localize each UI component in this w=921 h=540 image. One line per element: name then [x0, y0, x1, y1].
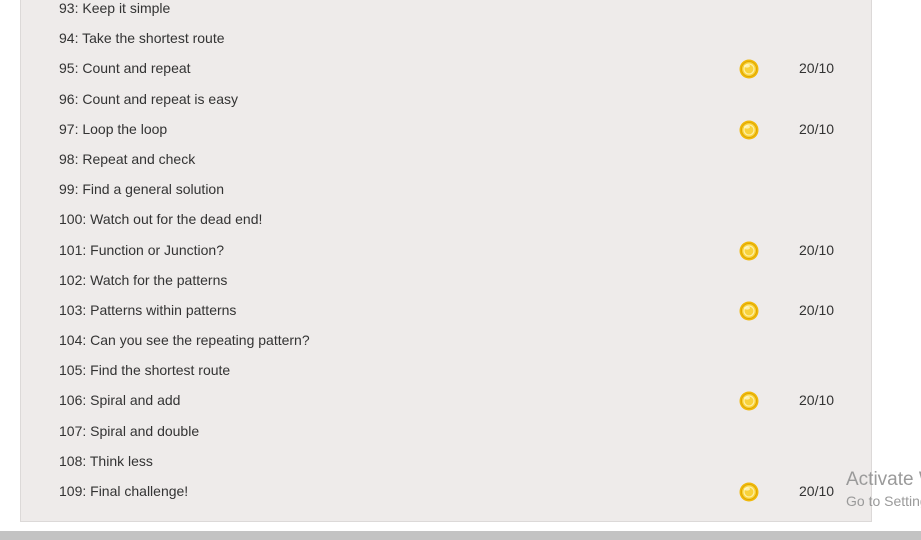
level-title[interactable]: 106: Spiral and add	[59, 392, 180, 408]
level-title[interactable]: 104: Can you see the repeating pattern?	[59, 332, 310, 348]
level-row[interactable]: 93: Keep it simple	[21, 0, 871, 24]
level-title[interactable]: 109: Final challenge!	[59, 483, 188, 499]
level-list: 93: Keep it simple 94: Take the shortest …	[21, 0, 871, 507]
level-title[interactable]: 94: Take the shortest route	[59, 30, 225, 46]
level-title[interactable]: 95: Count and repeat	[59, 60, 191, 76]
level-row[interactable]: 96: Count and repeat is easy	[21, 85, 871, 115]
level-list-panel: 93: Keep it simple 94: Take the shortest …	[20, 0, 872, 522]
gold-coin-icon	[739, 391, 759, 411]
level-row[interactable]: 94: Take the shortest route	[21, 24, 871, 54]
level-score: 20/10	[799, 241, 835, 258]
watermark-title: Activate Windows	[846, 469, 921, 490]
level-row[interactable]: 99: Find a general solution	[21, 175, 871, 205]
level-title[interactable]: 103: Patterns within patterns	[59, 302, 236, 318]
level-title[interactable]: 107: Spiral and double	[59, 423, 199, 439]
level-row[interactable]: 102: Watch for the patterns	[21, 266, 871, 296]
level-row[interactable]: 106: Spiral and add 20/10	[21, 386, 871, 416]
level-score: 20/10	[799, 120, 835, 137]
level-title[interactable]: 99: Find a general solution	[59, 181, 224, 197]
level-score: 20/10	[799, 60, 835, 77]
page: 93: Keep it simple 94: Take the shortest …	[0, 0, 921, 540]
level-title[interactable]: 108: Think less	[59, 453, 153, 469]
level-score: 20/10	[799, 301, 835, 318]
level-score: 20/10	[799, 483, 835, 499]
level-title[interactable]: 100: Watch out for the dead end!	[59, 211, 262, 227]
gold-coin-icon	[739, 301, 759, 321]
gold-coin-icon	[739, 241, 759, 261]
gold-coin-icon	[739, 482, 759, 502]
level-row[interactable]: 95: Count and repeat 20/10	[21, 54, 871, 84]
level-title[interactable]: 105: Find the shortest route	[59, 362, 230, 378]
level-row[interactable]: 103: Patterns within patterns 20/10	[21, 296, 871, 326]
level-row[interactable]: 100: Watch out for the dead end!	[21, 205, 871, 235]
level-row[interactable]: 108: Think less	[21, 447, 871, 477]
gold-coin-icon	[739, 59, 759, 79]
level-title[interactable]: 93: Keep it simple	[59, 0, 170, 16]
level-score: 20/10	[799, 392, 835, 409]
level-row[interactable]: 98: Repeat and check	[21, 145, 871, 175]
level-row[interactable]: 101: Function or Junction? 20/10	[21, 236, 871, 266]
level-row[interactable]: 105: Find the shortest route	[21, 356, 871, 386]
activate-windows-watermark: Activate Windows Go to Settings to activ…	[846, 469, 921, 511]
level-row[interactable]: 107: Spiral and double	[21, 417, 871, 447]
level-row[interactable]: 97: Loop the loop 20/10	[21, 115, 871, 145]
level-title[interactable]: 102: Watch for the patterns	[59, 272, 227, 288]
level-row[interactable]: 109: Final challenge! 20/10	[21, 477, 871, 507]
horizontal-scrollbar[interactable]	[0, 531, 921, 540]
gold-coin-icon	[739, 120, 759, 140]
watermark-subtitle: Go to Settings to activate Windows.	[846, 493, 921, 509]
level-title[interactable]: 101: Function or Junction?	[59, 242, 224, 258]
level-title[interactable]: 97: Loop the loop	[59, 121, 167, 137]
level-row[interactable]: 104: Can you see the repeating pattern?	[21, 326, 871, 356]
level-title[interactable]: 96: Count and repeat is easy	[59, 91, 238, 107]
level-title[interactable]: 98: Repeat and check	[59, 151, 195, 167]
